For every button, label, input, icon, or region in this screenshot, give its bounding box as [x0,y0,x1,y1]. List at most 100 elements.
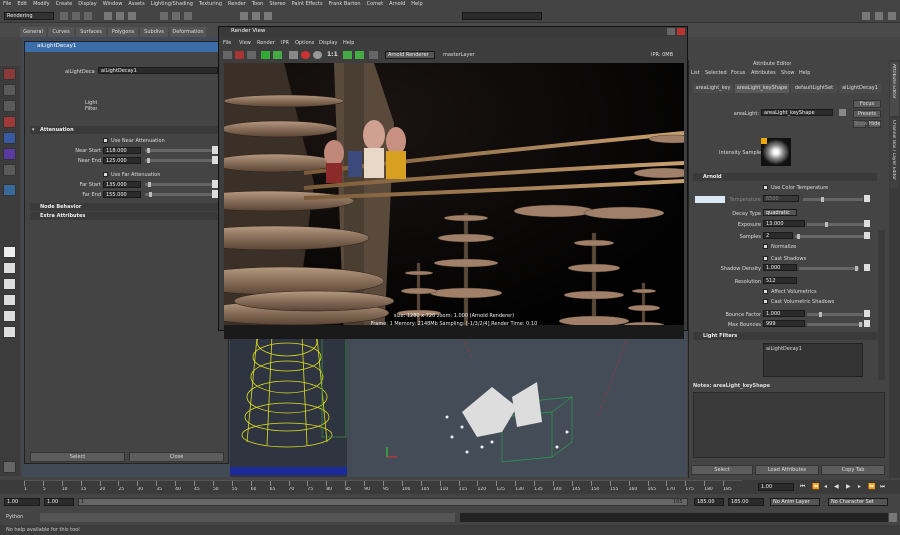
command-input[interactable] [40,513,455,522]
snap-point-icon[interactable] [184,12,192,20]
go-to-start-icon[interactable]: ⏮ [800,483,805,491]
attribute-editor-toggle-icon[interactable] [862,12,870,20]
scale-tool-icon[interactable] [3,148,16,160]
light-filter-list[interactable]: aiLightDecay1 [763,343,863,377]
quick-select-field[interactable] [462,12,542,20]
select-tool-icon[interactable] [3,68,16,80]
shelf-tab-general[interactable]: General [20,27,46,37]
persp-graph-layout-icon[interactable] [3,294,16,306]
node-name-field[interactable]: aiLightDecay1 [98,67,218,74]
load-attributes-button[interactable]: Load Attributes [755,465,819,475]
step-forward-key-icon[interactable]: ⏩ [868,483,875,490]
character-set-dropdown[interactable]: No Character Set [828,498,888,506]
menu-assets[interactable]: Assets [125,0,147,9]
snap-grid-icon[interactable] [160,12,168,20]
animation-start-field[interactable]: 1.00 [4,498,40,506]
time-slider[interactable]: 1 5 10 15 20 25 30 35 40 45 50 55 60 65 70 75 80 85 90 95 10… [0,480,900,494]
temperature-map-icon[interactable] [864,195,870,202]
tab-arealight-key[interactable]: areaLight_key [693,84,733,93]
bounce-factor-field[interactable]: 1.000 [763,310,805,317]
toolbox-bottom-icon[interactable] [3,461,16,473]
far-end-knob[interactable] [149,192,152,197]
tab-arealight-keyshape[interactable]: areaLight_keyShape [735,84,789,93]
menu-texturing[interactable]: Texturing [196,0,225,9]
shadow-density-field[interactable]: 1.000 [763,264,797,271]
tab-ailightdecay1[interactable]: aiLightDecay1 [839,84,881,93]
select-hierarchy-icon[interactable] [104,12,112,20]
maximize-icon[interactable] [667,28,675,35]
step-forward-frame-icon[interactable]: ▸ [858,483,861,490]
temperature-slider[interactable] [803,198,863,201]
use-far-checkbox[interactable] [103,172,108,177]
play-forward-icon[interactable]: ▶ [846,483,851,490]
shape-name-field[interactable]: areaLight_keyShape [761,109,833,116]
samples-field[interactable]: 2 [763,232,793,239]
menu-toon[interactable]: Toon [249,0,267,9]
bounce-factor-knob[interactable] [819,312,822,317]
focus-button[interactable]: Focus [853,100,881,108]
far-start-slider[interactable] [145,183,213,186]
near-end-field[interactable]: 125.000 [103,157,141,164]
mode-dropdown[interactable]: Rendering [4,12,54,20]
light-filters-section[interactable]: Light Filters [693,332,877,340]
affect-volumetrics-checkbox[interactable] [763,289,768,294]
temperature-knob[interactable] [821,197,824,202]
menu-lighting-shading[interactable]: Lighting/Shading [148,0,196,9]
close-button[interactable]: Close [129,452,224,462]
temperature-field[interactable]: 6500 [763,195,799,202]
open-scene-icon[interactable] [72,12,80,20]
outliner-layout-icon[interactable] [3,326,16,338]
menu-window[interactable]: Window [100,0,126,9]
tab-default-light-set[interactable]: defaultLightSet [791,84,837,93]
light-filter-item[interactable]: aiLightDecay1 [766,346,802,352]
menu-edit[interactable]: Edit [14,0,30,9]
cast-volumetric-shadows-checkbox[interactable] [763,299,768,304]
render-region-icon[interactable] [235,51,244,59]
alpha-channel-icon[interactable] [313,51,322,59]
shelf-tab-surfaces[interactable]: Surfaces [76,27,106,37]
menu-render[interactable]: Render [225,0,249,9]
menu-display[interactable]: Display [75,0,99,9]
show-button[interactable]: Show [853,120,868,128]
menu-stereo[interactable]: Stereo [266,0,288,9]
exposure-field[interactable]: 13.000 [763,220,805,227]
exposure-knob[interactable] [825,222,828,227]
max-bounces-knob[interactable] [859,322,862,327]
extra-attributes-section[interactable]: Extra Attributes [30,212,220,220]
anim-layer-dropdown[interactable]: No Anim Layer [770,498,820,506]
output-connections-icon[interactable] [839,109,846,116]
normalize-checkbox[interactable] [763,244,768,249]
select-component-icon[interactable] [128,12,136,20]
tool-settings-toggle-icon[interactable] [875,12,883,20]
bounce-factor-slider[interactable] [807,313,863,316]
hide-button[interactable]: Hide [868,120,881,128]
render-menu-render[interactable]: Render [257,40,275,46]
ae-scrollbar[interactable] [878,230,885,380]
ae-select-button[interactable]: Select [691,465,753,475]
snapshot-icon[interactable] [247,51,256,59]
paint-select-tool-icon[interactable] [3,100,16,112]
near-end-slider[interactable] [145,159,213,162]
near-start-knob[interactable] [147,148,150,153]
menu-file[interactable]: File [0,0,14,9]
expand-triangle-icon[interactable]: ▾ [30,126,35,134]
render-menu-options[interactable]: Options [295,40,314,46]
exposure-slider[interactable] [807,223,865,226]
options-icon[interactable] [355,51,364,59]
lasso-tool-icon[interactable] [3,84,16,96]
copy-tab-button[interactable]: Copy Tab [821,465,885,475]
far-end-field[interactable]: 155.000 [103,191,141,198]
snap-curve-icon[interactable] [172,12,180,20]
menu-comet[interactable]: Comet [364,0,386,9]
redo-render-icon[interactable] [223,51,232,59]
ae-menu-help[interactable]: Help [799,70,810,76]
refresh-ipr-icon[interactable] [273,51,282,59]
ipr-icon[interactable] [261,51,270,59]
ae-menu-focus[interactable]: Focus [731,70,745,76]
node-behavior-section[interactable]: Node Behavior [30,203,220,211]
go-to-end-icon[interactable]: ⏭ [880,483,885,491]
use-color-temperature-checkbox[interactable] [763,185,768,190]
display-icon[interactable] [343,51,352,59]
playback-start-field[interactable]: 1.00 [44,498,74,506]
ratio-label[interactable]: 1:1 [327,51,338,58]
